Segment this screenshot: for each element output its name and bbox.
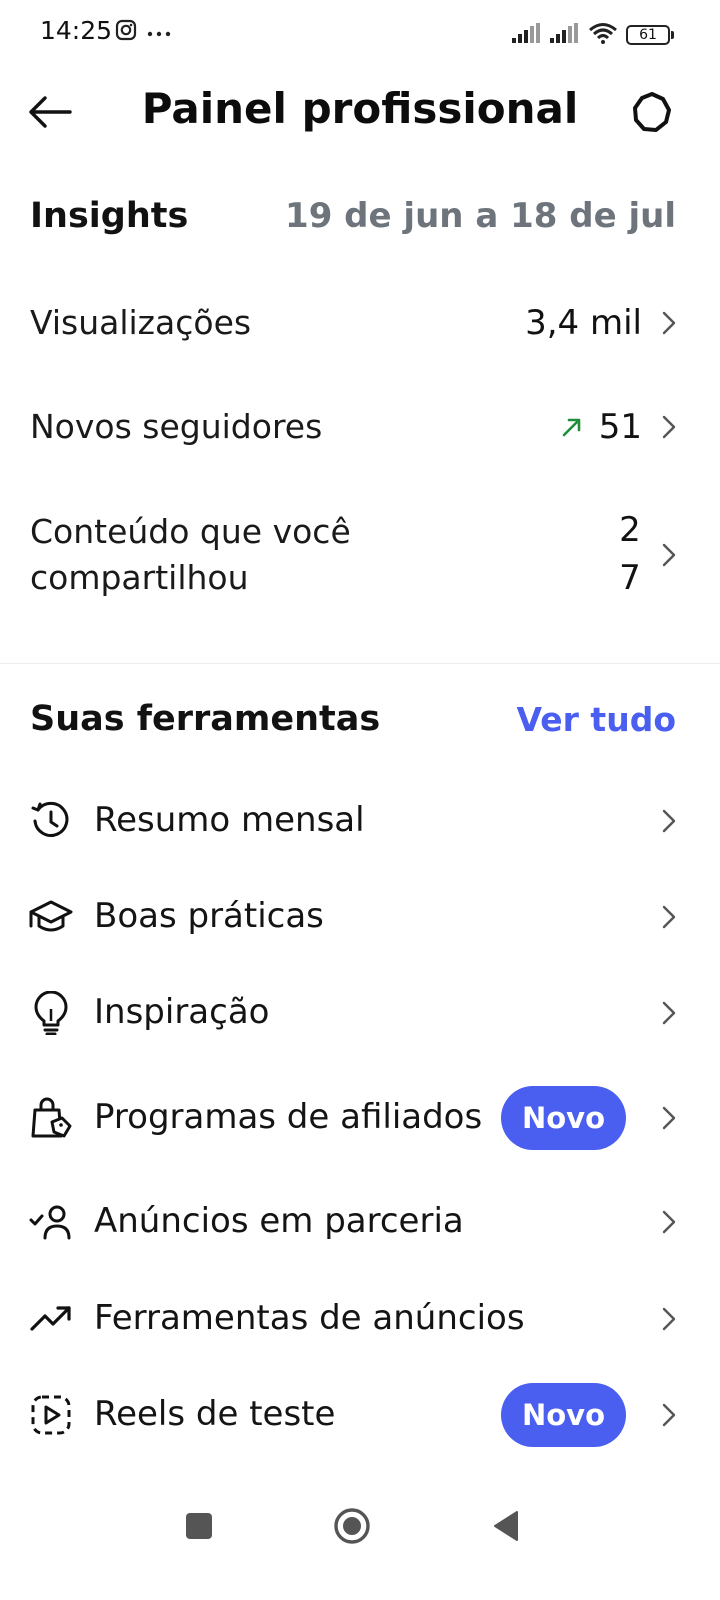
- chevron-right-icon: [658, 1400, 680, 1430]
- more-dots-icon: [147, 23, 171, 42]
- chevron-right-icon: [658, 412, 680, 442]
- page-title: Painel profissional: [141, 84, 579, 133]
- person-check-icon: [28, 1199, 74, 1245]
- tool-label: Inspiração: [94, 992, 270, 1033]
- tool-item-best-practices[interactable]: Boas práticas: [28, 882, 680, 952]
- status-notification-icons: [115, 19, 171, 45]
- new-badge: Novo: [500, 1086, 626, 1150]
- chevron-right-icon: [658, 540, 680, 570]
- tools-header: Suas ferramentas Ver tudo: [30, 689, 676, 749]
- new-badge: Novo: [500, 1383, 626, 1447]
- tools-title: Suas ferramentas: [30, 699, 381, 739]
- tool-item-ad-tools[interactable]: Ferramentas de anúncios: [28, 1284, 680, 1354]
- insights-title: Insights: [30, 196, 189, 236]
- tool-item-monthly-summary[interactable]: Resumo mensal: [28, 786, 680, 856]
- graduation-cap-icon: [28, 894, 74, 940]
- insights-header: Insights 19 de jun a 18 de jul: [30, 186, 676, 246]
- tool-label: Boas práticas: [94, 896, 324, 937]
- status-time: 14:25: [40, 16, 113, 45]
- tool-item-trial-reels[interactable]: Reels de teste Novo: [28, 1380, 680, 1450]
- status-system-icons: 61: [512, 22, 674, 48]
- lightbulb-icon: [28, 990, 74, 1036]
- insight-value: 51: [598, 407, 642, 447]
- tool-label: Reels de teste: [94, 1394, 336, 1435]
- tool-item-affiliate-programs[interactable]: Programas de afiliados Novo: [28, 1070, 680, 1166]
- tool-label: Programas de afiliados: [94, 1097, 483, 1138]
- insight-label: Conteúdo que você compartilhou: [30, 511, 351, 597]
- instagram-notification-icon: [115, 19, 137, 45]
- battery-icon: 61: [626, 25, 674, 45]
- insight-label: Novos seguidores: [30, 406, 323, 446]
- insight-row-views[interactable]: Visualizações 3,4 mil: [30, 288, 680, 358]
- tool-item-partnership-ads[interactable]: Anúncios em parceria: [28, 1187, 680, 1257]
- recents-square-icon[interactable]: [177, 1504, 221, 1548]
- chevron-right-icon: [658, 806, 680, 836]
- chevron-right-icon: [658, 1304, 680, 1334]
- insight-value: 3,4 mil: [525, 303, 642, 343]
- see-all-link[interactable]: Ver tudo: [517, 700, 676, 739]
- signal-icon: [512, 23, 542, 47]
- home-circle-icon[interactable]: [330, 1504, 374, 1548]
- chevron-right-icon: [658, 998, 680, 1028]
- trend-up-arrow-icon: [561, 416, 583, 438]
- settings-button[interactable]: [624, 88, 680, 140]
- status-bar: 14:25 61: [0, 0, 720, 68]
- chevron-right-icon: [658, 1103, 680, 1133]
- tool-label: Anúncios em parceria: [94, 1201, 464, 1242]
- trending-chart-icon: [28, 1296, 74, 1342]
- history-clock-icon: [28, 798, 74, 844]
- insight-row-new-followers[interactable]: Novos seguidores 51: [30, 392, 680, 462]
- reels-play-dashed-icon: [28, 1392, 74, 1438]
- chevron-right-icon: [658, 1207, 680, 1237]
- wifi-icon: [588, 22, 618, 48]
- system-nav-bar: [0, 1490, 720, 1560]
- insight-row-content-shared[interactable]: Conteúdo que você compartilhou 27: [30, 500, 680, 610]
- gear-icon: [630, 90, 674, 138]
- insight-label: Visualizações: [30, 302, 252, 342]
- insight-value: 27: [619, 510, 641, 598]
- section-divider: [0, 663, 720, 664]
- date-range[interactable]: 19 de jun a 18 de jul: [285, 196, 676, 236]
- app-header: Painel profissional: [0, 68, 720, 160]
- tool-label: Ferramentas de anúncios: [94, 1298, 525, 1339]
- chevron-right-icon: [658, 308, 680, 338]
- tool-item-inspiration[interactable]: Inspiração: [28, 978, 680, 1048]
- back-triangle-icon[interactable]: [484, 1504, 528, 1548]
- chevron-right-icon: [658, 902, 680, 932]
- signal-icon: [550, 23, 580, 47]
- shopping-bag-tag-icon: [28, 1095, 74, 1141]
- tool-label: Resumo mensal: [94, 800, 365, 841]
